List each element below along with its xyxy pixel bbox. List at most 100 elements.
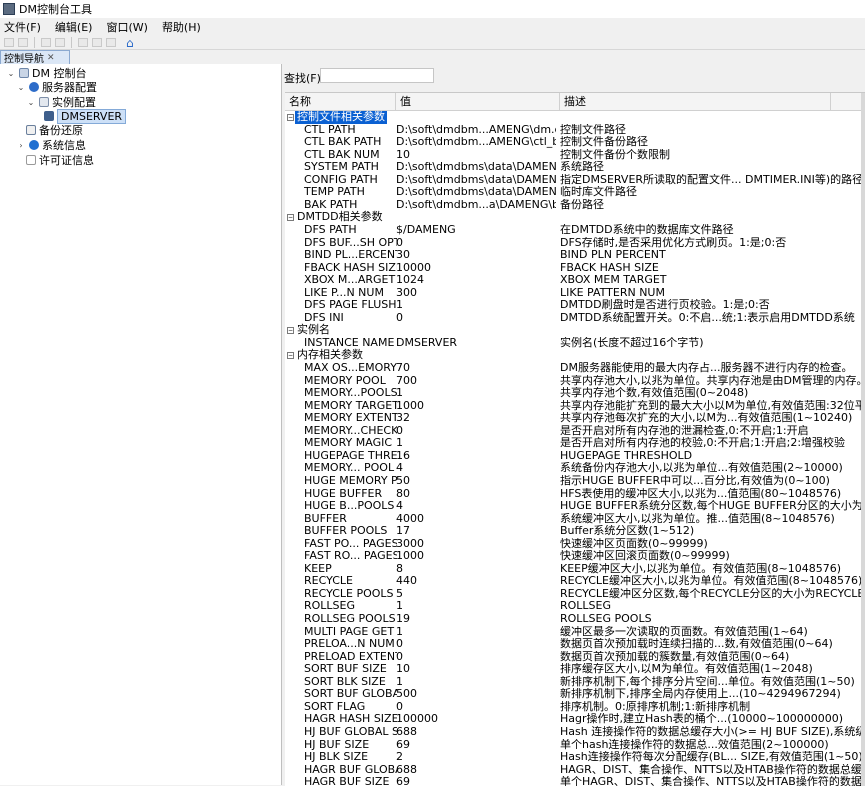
- param-value[interactable]: 4000: [396, 513, 556, 526]
- tree-item-instance-config[interactable]: ⌄ 实例配置: [26, 95, 96, 109]
- param-value[interactable]: 688: [396, 764, 556, 777]
- param-value[interactable]: 100000: [396, 713, 556, 726]
- table-row[interactable]: MEMORY... POOL 4 系统备份内存池大小,以兆为单位...有效值范围(2…: [285, 462, 865, 475]
- param-value[interactable]: D:\soft\dmdbm...AMENG\ctl_bak: [396, 136, 556, 149]
- table-row[interactable]: MEMORY...CHECK 0 是否开启对所有内存池的泄漏检查,0:不开启;1:开…: [285, 425, 865, 438]
- table-row[interactable]: ROLLSEG 1 ROLLSEG: [285, 600, 865, 613]
- tree-item-system-info[interactable]: › 系统信息: [16, 138, 86, 152]
- table-row[interactable]: SORT BUF GLOBAL 500 新排序机制下,排序全局内存使用上...(10…: [285, 688, 865, 701]
- group-row[interactable]: − 内存相关参数: [285, 349, 865, 362]
- save-icon[interactable]: [18, 38, 28, 47]
- table-row[interactable]: HAGR HASH SIZE 100000 Hagr操作时,建立Hash表的桶个..…: [285, 713, 865, 726]
- param-value[interactable]: 1: [396, 600, 556, 613]
- table-row[interactable]: MEMORY MAGIC 1 是否开启对所有内存池的校验,0:不开启;1:开启;2:…: [285, 437, 865, 450]
- expand-icon[interactable]: ›: [16, 141, 26, 150]
- table-row[interactable]: HUGE BUFFER 80 HFS表使用的缓冲区大小,以兆为...值范围(80~1…: [285, 488, 865, 501]
- table-row[interactable]: HJ BUF GLOBAL SI 688 Hash 连接操作符的数据总缓存大小(>=…: [285, 726, 865, 739]
- table-row[interactable]: XBOX M...ARGET 1024 XBOX MEM TARGET: [285, 274, 865, 287]
- param-value[interactable]: 700: [396, 375, 556, 388]
- home-icon[interactable]: ⌂: [126, 37, 134, 49]
- group-header[interactable]: − 内存相关参数: [287, 349, 365, 362]
- param-value[interactable]: 70: [396, 362, 556, 375]
- cut-icon[interactable]: [78, 38, 88, 47]
- group-header[interactable]: − DMTDD相关参数: [287, 211, 385, 224]
- tree-item-dmserver[interactable]: DMSERVER: [44, 108, 127, 124]
- group-row[interactable]: − 实例名: [285, 324, 865, 337]
- column-header-description[interactable]: 描述: [560, 93, 831, 110]
- tree-item-dm-console[interactable]: ⌄ DM 控制台: [6, 66, 87, 80]
- param-value[interactable]: 8: [396, 563, 556, 576]
- table-row[interactable]: DFS PAGE FLUSH 1 DMTDD刷盘时是否进行页校验。1:是;0:否: [285, 299, 865, 312]
- tree-item-backup-restore[interactable]: 备份还原: [26, 123, 83, 137]
- param-value[interactable]: 19: [396, 613, 556, 626]
- collapse-icon[interactable]: −: [287, 214, 294, 222]
- param-value[interactable]: 0: [396, 312, 556, 325]
- table-row[interactable]: FBACK HASH SIZE 10000 FBACK HASH SIZE: [285, 262, 865, 275]
- table-row[interactable]: CTL PATH D:\soft\dmdbm...AMENG\dm.ctl 控制文件…: [285, 124, 865, 137]
- collapse-icon[interactable]: ⌄: [6, 69, 16, 78]
- control-nav-tab[interactable]: 控制导航 ✕: [0, 50, 70, 65]
- param-value[interactable]: 1024: [396, 274, 556, 287]
- table-row[interactable]: DFS BUF...SH OPT 0 DFS存储时,是否采用优化方式刷页。1:是;0…: [285, 237, 865, 250]
- param-value[interactable]: 500: [396, 688, 556, 701]
- param-value[interactable]: 300: [396, 287, 556, 300]
- table-row[interactable]: RECYCLE 440 RECYCLE缓冲区大小,以兆为单位。有效值范围(8~104…: [285, 575, 865, 588]
- param-value[interactable]: 0: [396, 237, 556, 250]
- table-row[interactable]: CTL BAK NUM 10 控制文件备份个数限制: [285, 149, 865, 162]
- param-value[interactable]: DMSERVER: [396, 337, 556, 350]
- table-row[interactable]: HJ BUF SIZE 69 单个hash连接操作符的数据总...效值范围(2~10…: [285, 739, 865, 752]
- param-value[interactable]: 5: [396, 588, 556, 601]
- table-row[interactable]: SORT BUF SIZE 10 排序缓存区大小,以M为单位。有效值范围(1~204…: [285, 663, 865, 676]
- collapse-icon[interactable]: −: [287, 113, 294, 121]
- table-row[interactable]: FAST PO... PAGES 3000 快速缓冲区页面数(0~99999): [285, 538, 865, 551]
- table-row[interactable]: HUGE MEMORY P 50 指示HUGE BUFFER中可以...百分比,有效…: [285, 475, 865, 488]
- param-value[interactable]: 1: [396, 626, 556, 639]
- group-row[interactable]: − DMTDD相关参数: [285, 211, 865, 224]
- table-row[interactable]: TEMP PATH D:\soft\dmdbms\data\DAMENG 临时库文件…: [285, 186, 865, 199]
- table-row[interactable]: MEMORY POOL 700 共享内存池大小,以兆为单位。共享内存池是由DM管理的…: [285, 375, 865, 388]
- param-value[interactable]: 1000: [396, 550, 556, 563]
- param-value[interactable]: 0: [396, 425, 556, 438]
- table-row[interactable]: MULTI PAGE GET 1 缓冲区最多一次读取的页面数。有效值范围(1~64): [285, 626, 865, 639]
- param-value[interactable]: 0: [396, 701, 556, 714]
- table-row[interactable]: MEMORY EXTENT 32 共享内存池每次扩充的大小,以M为...有效值范围(…: [285, 412, 865, 425]
- table-row[interactable]: BIND PL...ERCENT 30 BIND PLN PERCENT: [285, 249, 865, 262]
- param-value[interactable]: 1: [396, 437, 556, 450]
- param-value[interactable]: 3000: [396, 538, 556, 551]
- table-row[interactable]: INSTANCE NAME DMSERVER 实例名(长度不超过16个字节): [285, 337, 865, 350]
- scrollbar[interactable]: [861, 93, 865, 786]
- table-row[interactable]: ROLLSEG POOLS 19 ROLLSEG POOLS: [285, 613, 865, 626]
- table-row[interactable]: DFS PATH $/DAMENG 在DMTDD系统中的数据库文件路径: [285, 224, 865, 237]
- new-icon[interactable]: [4, 38, 14, 47]
- menu-help[interactable]: 帮助(H): [162, 19, 201, 35]
- table-row[interactable]: SORT FLAG 0 排序机制。0:原排序机制;1:新排序机制: [285, 701, 865, 714]
- table-row[interactable]: LIKE P...N NUM 300 LIKE PATTERN NUM: [285, 287, 865, 300]
- param-value[interactable]: 1: [396, 299, 556, 312]
- param-value[interactable]: 0: [396, 651, 556, 664]
- table-row[interactable]: FAST RO... PAGES 1000 快速缓冲区回滚页面数(0~99999): [285, 550, 865, 563]
- param-value[interactable]: 1: [396, 387, 556, 400]
- table-row[interactable]: SYSTEM PATH D:\soft\dmdbms\data\DAMENG 系统路…: [285, 161, 865, 174]
- param-value[interactable]: D:\soft\dmdbm...AMENG\dm.ctl: [396, 124, 556, 137]
- param-value[interactable]: 10000: [396, 262, 556, 275]
- param-value[interactable]: 10: [396, 149, 556, 162]
- table-row[interactable]: HJ BLK SIZE 2 Hash连接操作符每次分配缓存(BL... SIZE,有…: [285, 751, 865, 764]
- param-value[interactable]: D:\soft\dmdbm...a\DAMENG\bak: [396, 199, 556, 212]
- table-row[interactable]: KEEP 8 KEEP缓冲区大小,以兆为单位。有效值范围(8~1048576): [285, 563, 865, 576]
- param-value[interactable]: 1000: [396, 400, 556, 413]
- param-value[interactable]: 688: [396, 726, 556, 739]
- group-row[interactable]: − 控制文件相关参数: [285, 110, 865, 124]
- search-input[interactable]: [320, 68, 434, 83]
- param-value[interactable]: 80: [396, 488, 556, 501]
- table-row[interactable]: CTL BAK PATH D:\soft\dmdbm...AMENG\ctl_ba…: [285, 136, 865, 149]
- param-value[interactable]: 30: [396, 249, 556, 262]
- table-row[interactable]: MEMORY TARGET 1000 共享内存池能扩充到的最大大小以M为单位,有效值…: [285, 400, 865, 413]
- param-value[interactable]: 4: [396, 500, 556, 513]
- menu-window[interactable]: 窗口(W): [106, 19, 147, 35]
- param-value[interactable]: 69: [396, 739, 556, 752]
- tree-item-license-info[interactable]: 许可证信息: [26, 153, 94, 167]
- group-header[interactable]: − 控制文件相关参数: [287, 110, 387, 124]
- param-value[interactable]: 10: [396, 663, 556, 676]
- back-icon[interactable]: [41, 38, 51, 47]
- collapse-icon[interactable]: −: [287, 352, 294, 360]
